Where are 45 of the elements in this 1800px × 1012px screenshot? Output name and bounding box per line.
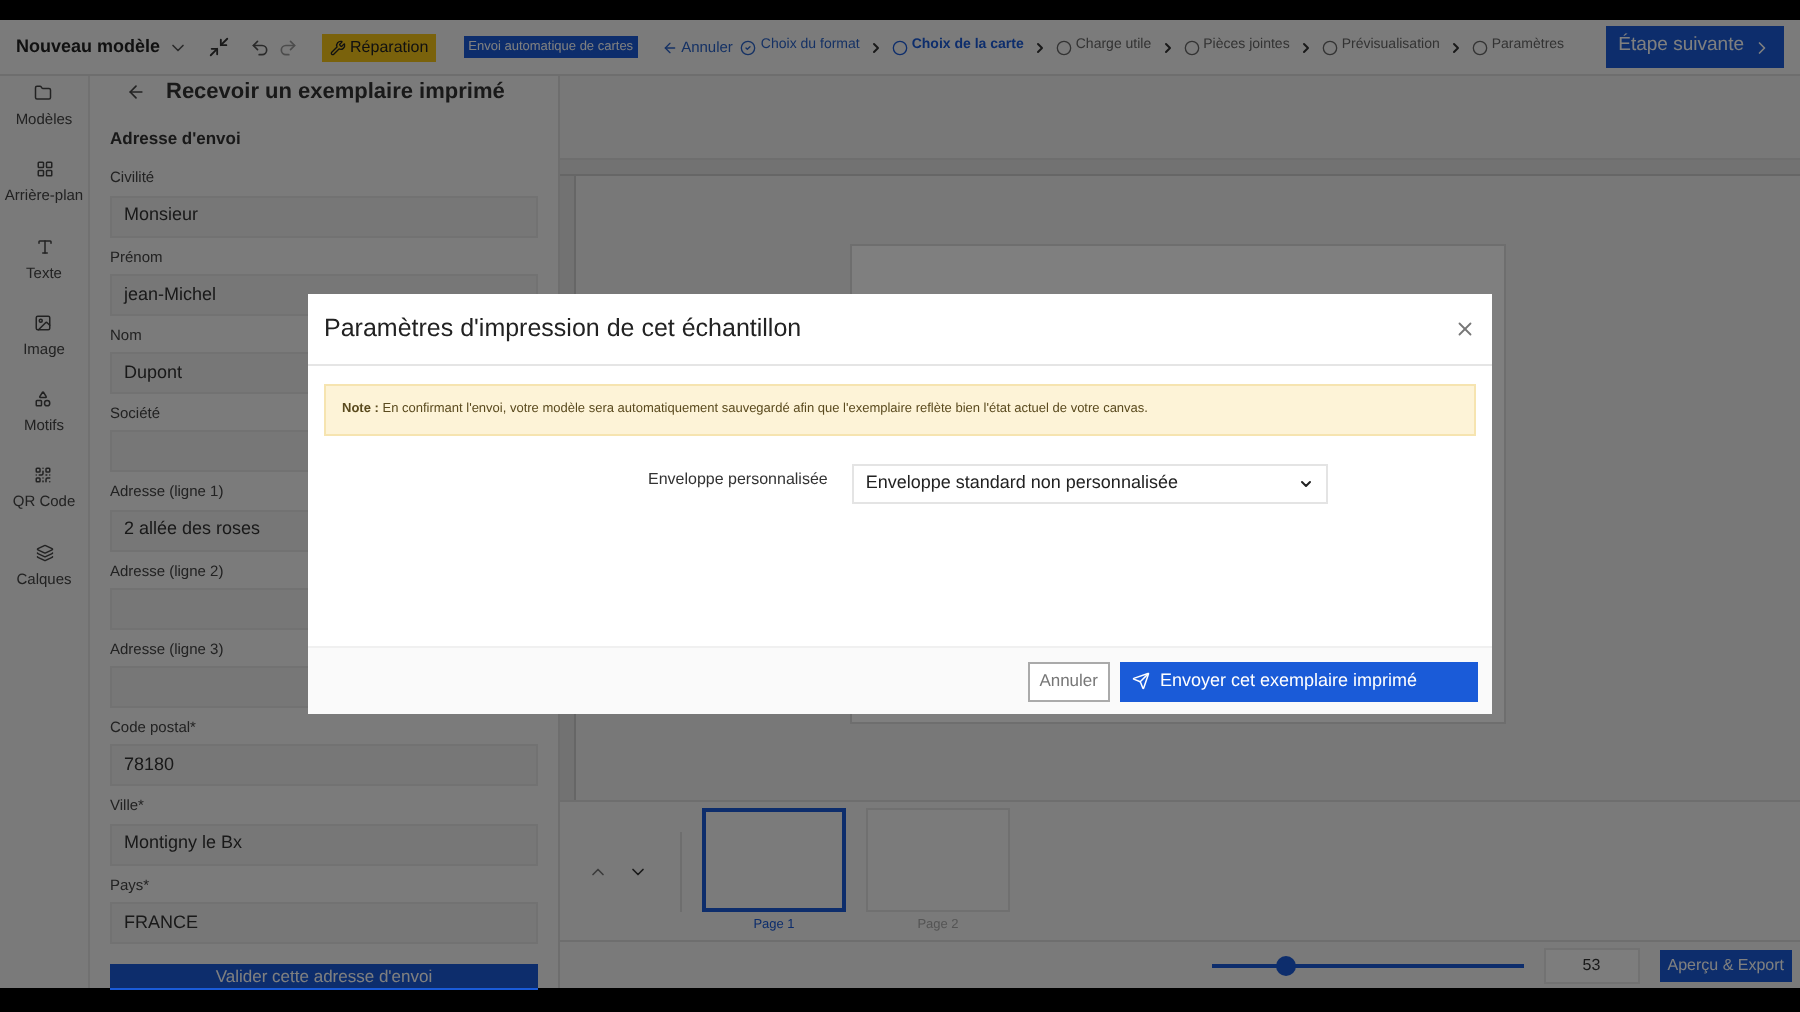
panel-title: Recevoir un exemplaire imprimé <box>166 78 505 108</box>
close-icon[interactable] <box>1454 318 1476 340</box>
validate-address-button[interactable]: Valider cette adresse d'envoi <box>110 963 538 989</box>
cancel-button[interactable]: Annuler <box>1027 661 1110 701</box>
grid-icon <box>35 160 53 179</box>
send-sample-button[interactable]: Envoyer cet exemplaire imprimé <box>1120 661 1478 701</box>
wrench-icon <box>330 39 347 55</box>
shapes-icon <box>34 390 53 408</box>
send-icon <box>1132 672 1150 690</box>
circle-icon <box>1183 39 1200 55</box>
chevron-right-icon <box>1297 39 1314 55</box>
arrow-left-icon <box>661 39 678 55</box>
undo-icon[interactable] <box>250 37 271 57</box>
chevron-right-icon <box>1159 39 1176 55</box>
redo-icon[interactable] <box>278 37 299 57</box>
circle-icon <box>1055 39 1072 55</box>
model-name[interactable]: Nouveau modèle <box>16 33 161 61</box>
export-button[interactable]: Aperçu & Export <box>1659 949 1792 981</box>
back-arrow-icon[interactable] <box>126 82 146 103</box>
caret-icon <box>1297 476 1314 492</box>
check-circle-icon <box>740 39 757 55</box>
dialog-title: Paramètres d'impression de cet échantillon <box>324 312 802 347</box>
circle-icon <box>1321 39 1338 55</box>
chevron-right-icon <box>1031 39 1048 55</box>
section-title: Adresse d'envoi <box>110 125 243 151</box>
next-step-button[interactable]: Étape suivante <box>1606 26 1784 68</box>
layers-icon <box>35 543 53 561</box>
repair-button[interactable]: Réparation <box>322 33 437 61</box>
input-field[interactable]: 78180 <box>110 744 538 787</box>
collapse-icon[interactable] <box>208 36 231 58</box>
text-icon <box>35 237 53 255</box>
circle-icon <box>891 39 908 55</box>
circle-icon <box>1471 39 1488 55</box>
chevron-right-icon <box>867 39 884 55</box>
envelope-select[interactable]: Enveloppe standard non personnalisée <box>851 464 1328 504</box>
input-field[interactable]: Monsieur <box>110 195 538 237</box>
zoom-slider[interactable] <box>1211 955 1524 975</box>
qr-code-icon <box>34 466 53 485</box>
image-icon <box>34 313 53 332</box>
chevron-right-icon <box>1447 39 1464 55</box>
input-field[interactable]: FRANCE <box>110 901 538 944</box>
input-field[interactable]: Montigny le Bx <box>110 823 538 865</box>
envelope-label: Enveloppe personnalisée <box>648 468 828 492</box>
zoom-value-field[interactable]: 53 <box>1543 947 1640 983</box>
folder-icon <box>34 84 53 102</box>
